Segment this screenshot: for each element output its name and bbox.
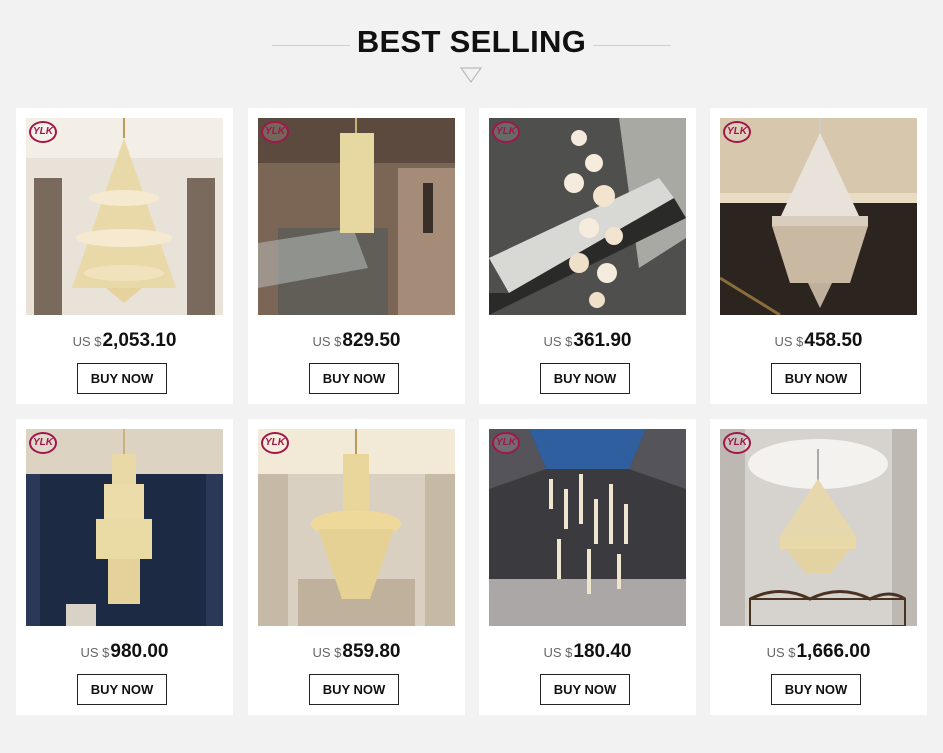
- buy-now-button[interactable]: BUY NOW: [309, 674, 399, 705]
- product-card[interactable]: YLK US $829.50 BUY NOW: [248, 108, 465, 404]
- product-card[interactable]: YLK US $1,666.00 BUY NOW: [710, 419, 927, 715]
- product-card[interactable]: YLK US $859.80 BUY NOW: [248, 419, 465, 715]
- product-price: US $859.80: [248, 641, 465, 663]
- currency-label: US $: [543, 645, 573, 660]
- price-value: 859.80: [342, 641, 401, 662]
- product-image[interactable]: YLK: [720, 429, 917, 626]
- currency-label: US $: [72, 334, 102, 349]
- product-price: US $1,666.00: [710, 641, 927, 663]
- brand-logo: YLK: [492, 432, 520, 454]
- triangle-down-icon: [460, 67, 482, 83]
- brand-logo: YLK: [29, 432, 57, 454]
- product-price: US $180.40: [479, 641, 696, 663]
- currency-label: US $: [774, 334, 804, 349]
- brand-logo: YLK: [261, 432, 289, 454]
- buy-now-button[interactable]: BUY NOW: [309, 363, 399, 394]
- price-value: 458.50: [804, 330, 863, 351]
- price-value: 2,053.10: [102, 330, 177, 351]
- product-card[interactable]: YLK US $2,053.10 BUY NOW: [16, 108, 233, 404]
- currency-label: US $: [312, 334, 342, 349]
- product-price: US $829.50: [248, 330, 465, 352]
- product-image[interactable]: YLK: [720, 118, 917, 315]
- brand-logo: YLK: [261, 121, 289, 143]
- brand-logo: YLK: [29, 121, 57, 143]
- product-card[interactable]: YLK US $980.00 BUY NOW: [16, 419, 233, 715]
- buy-now-button[interactable]: BUY NOW: [771, 363, 861, 394]
- price-value: 361.90: [573, 330, 632, 351]
- product-price: US $2,053.10: [16, 330, 233, 352]
- currency-label: US $: [766, 645, 796, 660]
- buy-now-button[interactable]: BUY NOW: [771, 674, 861, 705]
- currency-label: US $: [312, 645, 342, 660]
- product-image[interactable]: YLK: [489, 429, 686, 626]
- currency-label: US $: [80, 645, 110, 660]
- product-price: US $361.90: [479, 330, 696, 352]
- brand-logo: YLK: [723, 121, 751, 143]
- product-card[interactable]: YLK US $458.50 BUY NOW: [710, 108, 927, 404]
- brand-logo: YLK: [492, 121, 520, 143]
- price-value: 1,666.00: [796, 641, 871, 662]
- buy-now-button[interactable]: BUY NOW: [77, 363, 167, 394]
- product-card[interactable]: YLK US $180.40 BUY NOW: [479, 419, 696, 715]
- header-divider-right: [593, 45, 671, 46]
- price-value: 980.00: [110, 641, 169, 662]
- currency-label: US $: [543, 334, 573, 349]
- product-image[interactable]: YLK: [26, 118, 223, 315]
- section-header: BEST SELLING: [0, 0, 943, 100]
- buy-now-button[interactable]: BUY NOW: [77, 674, 167, 705]
- price-value: 829.50: [342, 330, 401, 351]
- product-image[interactable]: YLK: [489, 118, 686, 315]
- product-price: US $980.00: [16, 641, 233, 663]
- buy-now-button[interactable]: BUY NOW: [540, 674, 630, 705]
- product-price: US $458.50: [710, 330, 927, 352]
- product-image[interactable]: YLK: [258, 118, 455, 315]
- section-title: BEST SELLING: [356, 24, 587, 59]
- product-card[interactable]: YLK US $361.90 BUY NOW: [479, 108, 696, 404]
- product-image[interactable]: YLK: [258, 429, 455, 626]
- product-image[interactable]: YLK: [26, 429, 223, 626]
- price-value: 180.40: [573, 641, 632, 662]
- buy-now-button[interactable]: BUY NOW: [540, 363, 630, 394]
- brand-logo: YLK: [723, 432, 751, 454]
